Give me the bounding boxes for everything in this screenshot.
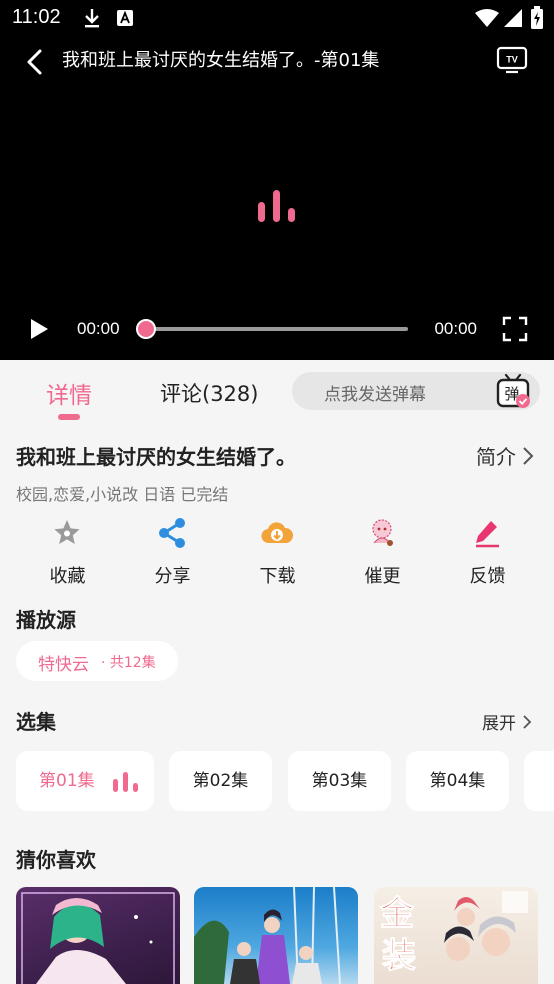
source-name: 特快云 [38, 655, 89, 675]
recommend-row: 金 装 [16, 887, 554, 984]
poster-art-3: 金 装 [379, 891, 528, 977]
danmaku-toggle-icon[interactable]: 弹 [494, 372, 532, 410]
play-icon[interactable] [26, 316, 52, 342]
episode-label: 第02集 [192, 771, 249, 791]
anime-title: 我和班上最讨厌的女生结婚了。 [16, 445, 296, 469]
intro-link[interactable]: 简介 [476, 441, 534, 470]
video-player[interactable]: 我和班上最讨厌的女生结婚了。-第01集 TV 00:00 00:00 [0, 36, 554, 360]
feedback-button[interactable]: 反馈 [435, 515, 540, 590]
download-label: 下载 [259, 566, 296, 587]
episode-item-04[interactable]: 第04集 [406, 751, 509, 811]
share-icon [159, 518, 185, 548]
episode-list: 第01集 第02集 第03集 第04集 [16, 751, 554, 811]
star-icon [54, 520, 80, 544]
progress-track[interactable] [142, 327, 408, 331]
total-time: 00:00 [434, 319, 477, 338]
tv-cast-icon[interactable]: TV [496, 44, 528, 76]
intro-link-label: 简介 [476, 445, 516, 469]
episode-label: 第01集 [39, 771, 95, 791]
episode-label: 第04集 [429, 771, 486, 791]
source-chip[interactable]: 特快云 · 共12集 [16, 641, 178, 681]
episodes-section-title: 选集 [16, 710, 56, 734]
poster-art-2 [194, 887, 341, 984]
video-title: 我和班上最讨厌的女生结婚了。-第01集 [62, 50, 380, 71]
battery-charging-icon [531, 6, 543, 29]
poster-art-1 [21, 892, 175, 984]
tab-detail[interactable]: 详情 [46, 376, 92, 410]
anime-tags: 校园,恋爱,小说改 日语 已完结 [16, 485, 229, 504]
urge-update-button[interactable]: 催更 [330, 515, 435, 590]
edit-pen-icon [476, 521, 499, 548]
urge-update-label: 催更 [364, 566, 401, 587]
svg-text:装: 装 [382, 936, 416, 976]
recommend-section-title: 猜你喜欢 [16, 848, 96, 872]
danmaku-input[interactable]: 点我发送弹幕 弹 [292, 372, 540, 410]
episode-item-02[interactable]: 第02集 [169, 751, 272, 811]
expand-episodes-link[interactable]: 展开 [482, 709, 532, 734]
action-row: 收藏 分享 下载 催更 反馈 [15, 515, 540, 590]
status-time: 11:02 [12, 6, 61, 28]
favorite-button[interactable]: 收藏 [15, 515, 120, 590]
expand-label: 展开 [482, 714, 516, 734]
tab-active-indicator [58, 414, 80, 420]
chevron-right-icon [523, 446, 534, 465]
cloud-download-icon [261, 522, 293, 544]
episode-item-03[interactable]: 第03集 [288, 751, 391, 811]
danmaku-placeholder: 点我发送弹幕 [324, 385, 426, 405]
current-time: 00:00 [77, 319, 120, 338]
playing-bars-icon [113, 772, 138, 792]
episode-label: 第03集 [311, 771, 368, 791]
source-section-title: 播放源 [16, 608, 76, 632]
recommend-poster-2[interactable] [194, 887, 358, 984]
share-label: 分享 [154, 566, 191, 587]
tab-bar: 详情 评论(328) 点我发送弹幕 弹 [0, 360, 554, 426]
wifi-icon [475, 9, 499, 27]
back-icon[interactable] [22, 48, 50, 76]
favorite-label: 收藏 [49, 566, 86, 587]
loading-bars-icon [258, 190, 295, 222]
chevron-right-icon [523, 714, 532, 729]
svg-text:金: 金 [379, 894, 415, 934]
text-a-icon [117, 10, 133, 26]
episode-item-05-partial[interactable] [524, 751, 554, 811]
signal-icon [504, 9, 522, 27]
feedback-label: 反馈 [469, 566, 506, 587]
mascot-icon [372, 519, 393, 546]
share-button[interactable]: 分享 [120, 515, 225, 590]
source-episode-count: · 共12集 [101, 655, 156, 671]
status-bar: 11:02 [0, 0, 554, 36]
download-icon [85, 9, 99, 28]
episode-item-01[interactable]: 第01集 [16, 751, 154, 811]
recommend-poster-1[interactable] [16, 887, 180, 984]
tab-comments[interactable]: 评论(328) [160, 378, 258, 408]
fullscreen-icon[interactable] [502, 316, 528, 342]
svg-text:TV: TV [506, 55, 518, 65]
download-button[interactable]: 下载 [225, 515, 330, 590]
progress-thumb[interactable] [136, 319, 156, 339]
recommend-poster-3[interactable]: 金 装 [374, 887, 538, 984]
